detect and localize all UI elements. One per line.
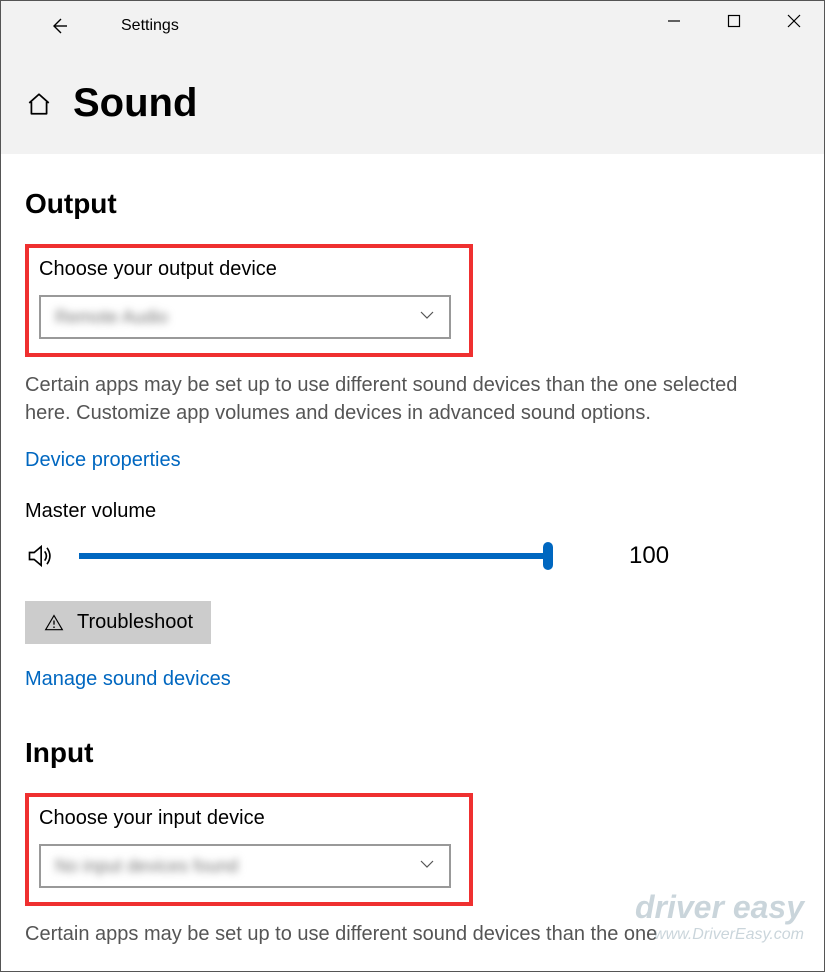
output-device-value: Remote Audio bbox=[55, 307, 168, 328]
input-heading: Input bbox=[25, 737, 800, 769]
window-controls bbox=[644, 1, 824, 41]
output-device-dropdown[interactable]: Remote Audio bbox=[39, 295, 451, 339]
chevron-down-icon bbox=[419, 307, 435, 328]
home-icon[interactable] bbox=[25, 90, 53, 118]
settings-window: Settings Sound Output Choose y bbox=[0, 0, 825, 972]
speaker-icon[interactable] bbox=[25, 541, 55, 571]
page-title: Sound bbox=[73, 81, 197, 126]
content-area[interactable]: Output Choose your output device Remote … bbox=[1, 154, 824, 972]
input-device-value: No input devices found bbox=[55, 856, 238, 877]
header-area: Settings Sound bbox=[1, 1, 824, 154]
troubleshoot-button[interactable]: Troubleshoot bbox=[25, 601, 211, 644]
titlebar-title: Settings bbox=[121, 17, 179, 35]
input-description: Certain apps may be set up to use differ… bbox=[25, 920, 745, 948]
output-heading: Output bbox=[25, 188, 800, 220]
minimize-button[interactable] bbox=[644, 1, 704, 41]
input-device-label: Choose your input device bbox=[39, 807, 459, 830]
master-volume-label: Master volume bbox=[25, 500, 800, 523]
master-volume-row: 100 bbox=[25, 541, 800, 571]
troubleshoot-label: Troubleshoot bbox=[77, 611, 193, 634]
output-description: Certain apps may be set up to use differ… bbox=[25, 371, 745, 427]
close-button[interactable] bbox=[764, 1, 824, 41]
titlebar: Settings bbox=[25, 1, 800, 51]
manage-sound-devices-link[interactable]: Manage sound devices bbox=[25, 668, 800, 691]
input-device-highlight: Choose your input device No input device… bbox=[25, 793, 473, 906]
input-device-dropdown[interactable]: No input devices found bbox=[39, 844, 451, 888]
master-volume-slider[interactable] bbox=[79, 553, 547, 559]
warning-icon bbox=[43, 612, 65, 634]
output-device-highlight: Choose your output device Remote Audio bbox=[25, 244, 473, 357]
maximize-button[interactable] bbox=[704, 1, 764, 41]
back-icon[interactable] bbox=[45, 12, 73, 40]
master-volume-value: 100 bbox=[629, 542, 669, 570]
device-properties-link[interactable]: Device properties bbox=[25, 449, 800, 472]
slider-thumb[interactable] bbox=[543, 542, 553, 570]
output-device-label: Choose your output device bbox=[39, 258, 459, 281]
page-header: Sound bbox=[25, 51, 800, 126]
chevron-down-icon bbox=[419, 856, 435, 877]
